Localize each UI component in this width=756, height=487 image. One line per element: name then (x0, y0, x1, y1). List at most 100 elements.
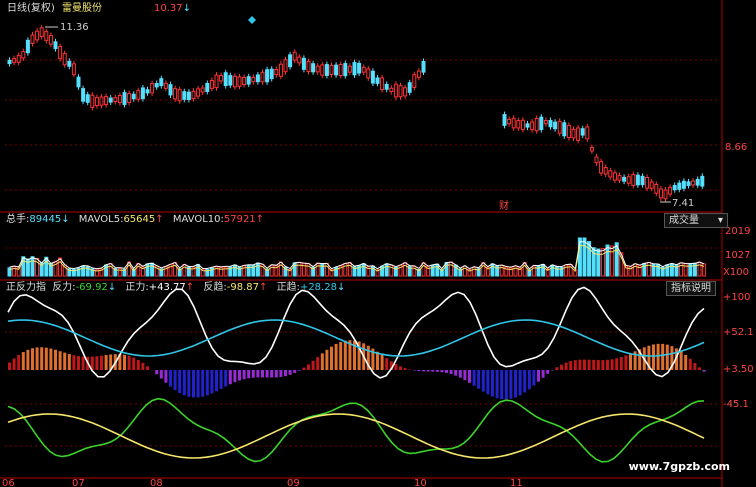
histogram-bar (541, 370, 545, 378)
candle (168, 84, 173, 96)
histogram-bar (343, 340, 347, 370)
candle (306, 61, 311, 72)
histogram-bar (210, 370, 214, 394)
candle (622, 176, 627, 182)
histogram-bar (284, 370, 287, 377)
volume-bar (255, 262, 260, 277)
histogram-bar (334, 343, 338, 370)
candle (44, 31, 49, 41)
candle (530, 121, 535, 131)
candle (539, 116, 544, 131)
candle (90, 94, 95, 108)
candle (232, 75, 237, 88)
candle (140, 87, 145, 100)
candle (511, 117, 516, 129)
histogram-bar (454, 370, 458, 376)
indicator-title: 正反力指 (6, 282, 46, 293)
histogram-bar (500, 370, 504, 400)
candle (76, 76, 81, 88)
candle (412, 74, 417, 88)
candle (131, 93, 136, 100)
dropdown-caret-icon: ▾ (717, 215, 723, 226)
volume-bar (669, 263, 674, 277)
mavol10-label: MAVOL10: (172, 214, 224, 225)
histogram-bar (518, 370, 522, 396)
x-axis-08: 08 (150, 478, 163, 487)
volume-bar (182, 264, 187, 277)
candle (214, 74, 219, 89)
mavol5-value: 65645 (123, 214, 156, 225)
histogram-bar (601, 360, 605, 370)
histogram-bar (123, 354, 126, 370)
volume-bar (35, 257, 40, 277)
volume-bar (568, 263, 573, 277)
histogram-bar (587, 359, 591, 370)
candle (384, 83, 389, 90)
volume-bar (347, 262, 352, 277)
candle (108, 97, 113, 103)
candle (416, 70, 421, 78)
candle (219, 75, 224, 82)
candle (186, 91, 191, 101)
top-price-value: 10.37 (154, 3, 183, 14)
histogram-bar (606, 359, 609, 370)
fanli-value: -69.92 (75, 282, 108, 293)
histogram-bar (468, 370, 471, 383)
candle (631, 174, 636, 186)
candle (617, 175, 622, 181)
candle (553, 121, 558, 130)
volume-bar (196, 264, 201, 277)
volume-bar (44, 256, 49, 277)
histogram-bar (297, 370, 301, 371)
candle (534, 117, 539, 132)
histogram-bar (54, 349, 57, 370)
candle (48, 34, 53, 45)
x-axis-10: 10 (414, 478, 427, 487)
histogram-bar (592, 359, 596, 370)
candle (393, 83, 398, 98)
candle (265, 69, 270, 83)
vol-axis-top: 2019 (725, 226, 750, 237)
histogram-bar (412, 370, 416, 371)
volume-bar (582, 237, 587, 277)
candle (612, 172, 617, 181)
histogram-bar (509, 370, 513, 399)
volume-bar (646, 261, 651, 277)
histogram-bar (380, 354, 384, 370)
indicator-help-button[interactable]: 指标说明 (666, 281, 716, 296)
candle (672, 185, 677, 191)
histogram-bar (261, 370, 264, 378)
candle (292, 51, 297, 61)
histogram-bar (72, 355, 76, 370)
volume-indicator-dropdown[interactable]: 成交量 ▾ (664, 213, 728, 228)
histogram-bar (132, 357, 136, 370)
up-arrow-icon: ↑ (155, 214, 164, 225)
histogram-bar (169, 370, 172, 387)
candle (626, 176, 631, 184)
candle (357, 62, 362, 74)
chart-period-title[interactable]: 日线(复权) (7, 3, 55, 14)
candle (338, 64, 343, 76)
histogram-bar (12, 358, 16, 370)
histogram-bar (173, 370, 177, 391)
histogram-bar (688, 358, 692, 370)
candle (594, 156, 599, 164)
candle (283, 59, 288, 73)
candle (122, 92, 127, 105)
vol-axis-mid: 1027 (725, 250, 750, 261)
histogram-bar (449, 370, 453, 375)
volume-indicator-label: 成交量 (669, 215, 699, 226)
candle (7, 59, 12, 65)
candle (370, 70, 375, 84)
candle (191, 90, 196, 100)
candle (543, 120, 548, 125)
histogram-bar (155, 370, 159, 375)
histogram-bar (679, 351, 683, 370)
histogram-bar (274, 370, 278, 378)
histogram-bar (141, 362, 145, 370)
candle (677, 182, 682, 190)
histogram-bar (81, 356, 85, 370)
candle (668, 186, 673, 195)
candle (209, 79, 214, 89)
candle (380, 77, 385, 91)
